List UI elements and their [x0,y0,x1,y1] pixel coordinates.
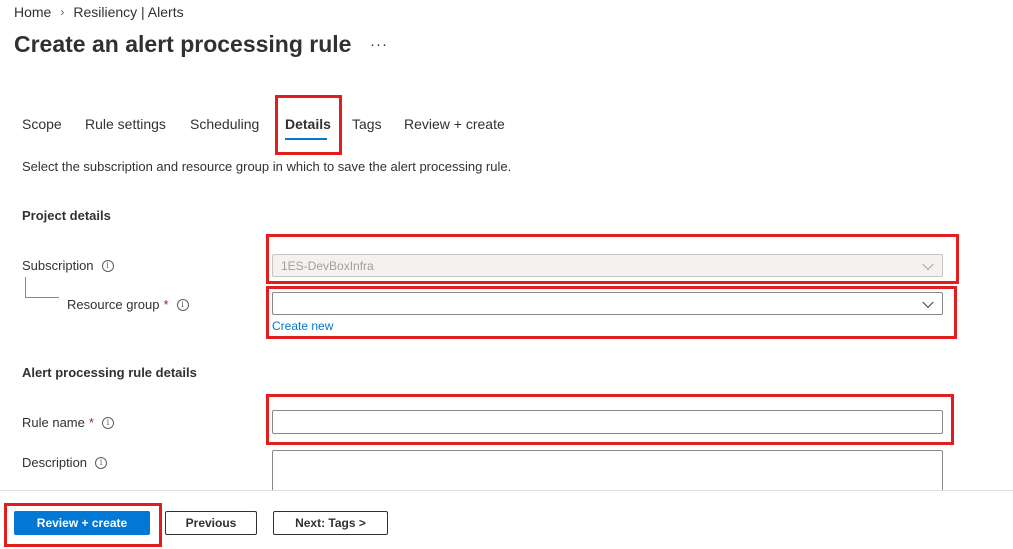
chevron-down-icon [922,296,934,308]
subscription-label: Subscription i [22,258,114,273]
info-icon[interactable]: i [101,416,114,429]
rule-name-label: Rule name * i [22,415,114,430]
footer-bar [0,490,1013,549]
description-label-text: Description [22,455,88,470]
info-icon[interactable]: i [176,298,189,311]
tab-tags[interactable]: Tags [352,116,382,132]
resource-group-label-text: Resource group [67,297,160,312]
description-label: Description i [22,455,108,470]
required-marker: * [88,415,94,430]
tree-connector [25,277,26,298]
breadcrumb: Home › Resiliency | Alerts [14,4,184,20]
chevron-down-icon [922,258,934,270]
resource-group-select[interactable] [272,292,943,315]
create-new-link[interactable]: Create new [272,319,333,333]
tab-scope[interactable]: Scope [22,116,62,132]
project-details-heading: Project details [22,208,111,223]
tab-scheduling[interactable]: Scheduling [190,116,259,132]
subscription-label-text: Subscription [22,258,94,273]
tab-details[interactable]: Details [285,116,331,132]
info-icon[interactable]: i [101,259,114,272]
breadcrumb-current[interactable]: Resiliency | Alerts [73,4,183,20]
previous-button[interactable]: Previous [165,511,257,535]
footer-divider [0,490,1013,491]
breadcrumb-separator-icon: › [60,5,65,19]
subscription-value: 1ES-DevBoxInfra [281,258,374,273]
required-marker: * [163,297,169,312]
active-tab-indicator [285,138,327,140]
info-icon[interactable]: i [95,456,108,469]
tab-description: Select the subscription and resource gro… [22,159,512,174]
tree-connector [25,297,59,298]
next-tags-button[interactable]: Next: Tags > [273,511,388,535]
review-create-button[interactable]: Review + create [14,511,150,535]
rule-details-heading: Alert processing rule details [22,365,197,380]
tab-review-create[interactable]: Review + create [404,116,505,132]
subscription-select: 1ES-DevBoxInfra [272,254,943,277]
page-title: Create an alert processing rule [14,31,352,57]
resource-group-label: Resource group * i [67,297,189,312]
breadcrumb-home[interactable]: Home [14,4,51,20]
rule-name-input[interactable] [272,410,943,434]
more-options-icon[interactable]: ··· [370,36,388,53]
rule-name-label-text: Rule name [22,415,85,430]
tab-rule-settings[interactable]: Rule settings [85,116,166,132]
